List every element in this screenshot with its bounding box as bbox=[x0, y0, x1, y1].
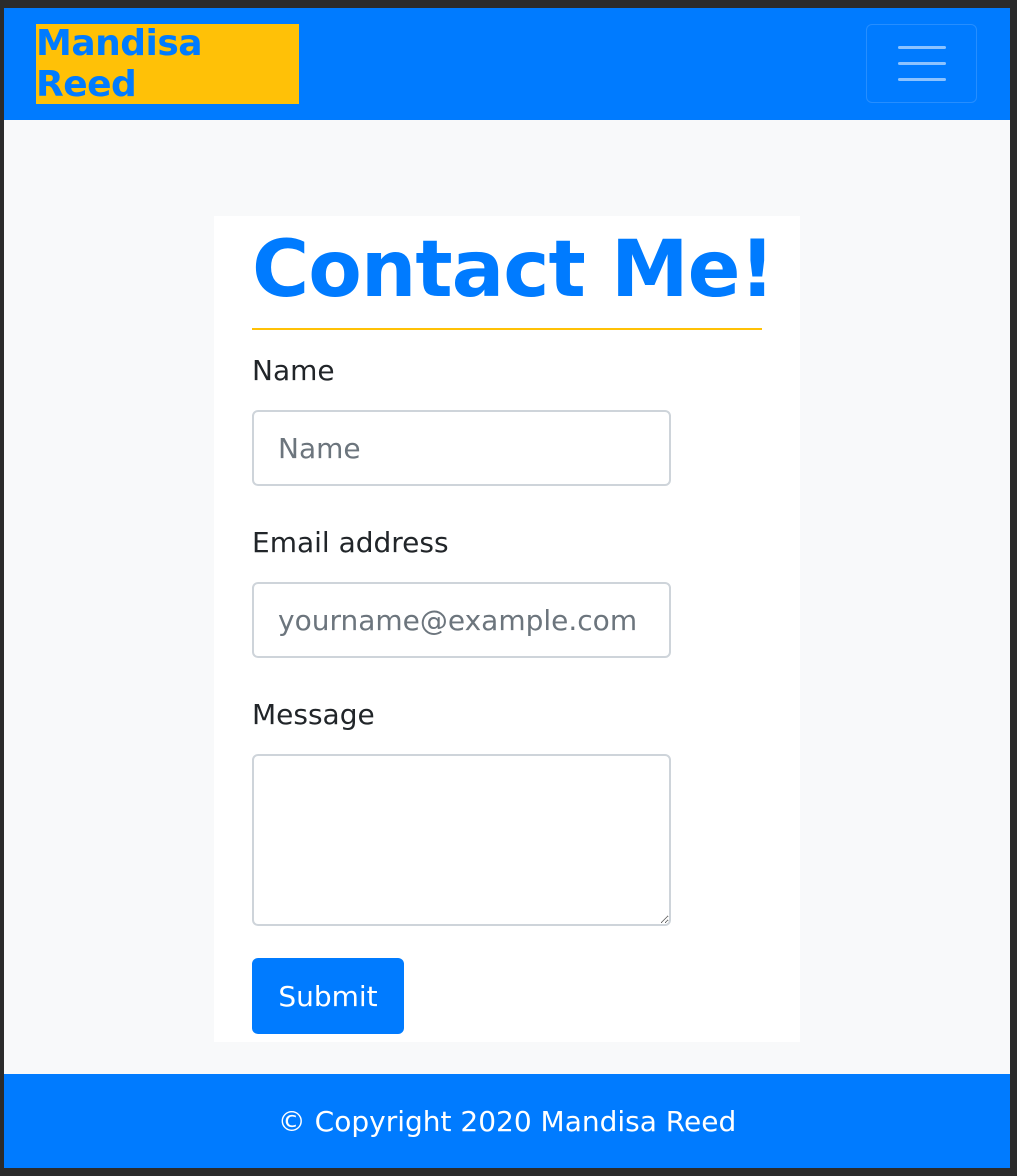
copyright-text: © Copyright 2020 Mandisa Reed bbox=[277, 1104, 737, 1138]
title-divider bbox=[252, 328, 762, 330]
submit-button[interactable]: Submit bbox=[252, 958, 404, 1034]
name-label: Name bbox=[252, 354, 335, 387]
email-input[interactable] bbox=[252, 582, 671, 658]
page-frame: Mandisa Reed Contact Me! Name Email addr… bbox=[4, 8, 1010, 1168]
brand-link[interactable]: Mandisa Reed bbox=[36, 23, 299, 105]
page-title: Contact Me! bbox=[252, 225, 775, 315]
message-label: Message bbox=[252, 698, 375, 731]
email-label: Email address bbox=[252, 526, 449, 559]
message-textarea[interactable] bbox=[252, 754, 671, 926]
footer: © Copyright 2020 Mandisa Reed bbox=[4, 1074, 1010, 1168]
navbar-toggle-button[interactable] bbox=[866, 24, 977, 103]
navbar: Mandisa Reed bbox=[4, 8, 1010, 120]
name-input[interactable] bbox=[252, 410, 671, 486]
contact-form-card: Contact Me! Name Email address Message S… bbox=[214, 216, 800, 1042]
